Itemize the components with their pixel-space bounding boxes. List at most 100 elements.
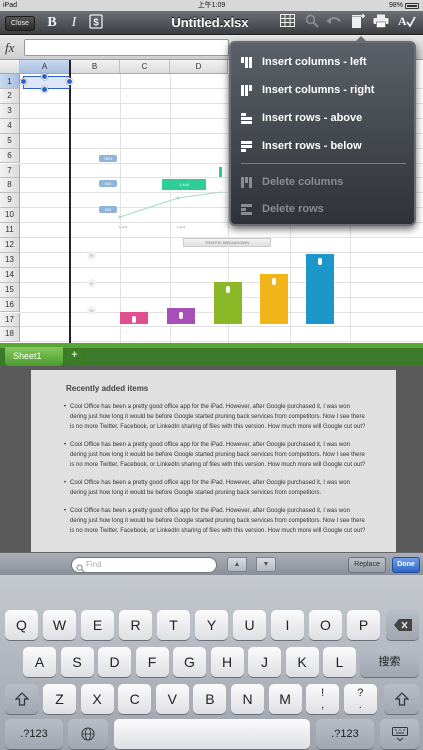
- backspace-key[interactable]: [386, 610, 419, 640]
- spellcheck-icon[interactable]: A: [398, 14, 416, 32]
- key-d[interactable]: D: [98, 647, 131, 677]
- column-header-d[interactable]: D: [170, 60, 228, 74]
- row-header-14[interactable]: 14: [0, 267, 20, 283]
- bold-button[interactable]: B: [44, 14, 60, 31]
- key-v[interactable]: V: [155, 684, 189, 714]
- row-header-8[interactable]: 8: [0, 178, 20, 194]
- row-header-15[interactable]: 15: [0, 282, 20, 298]
- formula-input[interactable]: [24, 39, 229, 56]
- shift-key-right[interactable]: [384, 684, 419, 714]
- key-o[interactable]: O: [309, 610, 342, 640]
- freeze-pane-divider[interactable]: [69, 60, 71, 343]
- row-header-9[interactable]: 9: [0, 193, 20, 209]
- key-l[interactable]: L: [323, 647, 356, 677]
- row-header-11[interactable]: 11: [0, 223, 20, 238]
- row-header-6[interactable]: 6: [0, 148, 20, 164]
- menu-item-label: Insert columns - right: [262, 84, 375, 96]
- add-sheet-button[interactable]: +: [66, 348, 83, 362]
- shift-key[interactable]: [5, 684, 38, 714]
- row-header-5[interactable]: 5: [0, 133, 20, 149]
- svg-text:$: $: [93, 18, 99, 29]
- key-!,[interactable]: ! ,: [306, 684, 340, 714]
- key-n[interactable]: N: [231, 684, 264, 714]
- currency-format-icon[interactable]: $: [88, 14, 104, 33]
- key-i[interactable]: I: [271, 610, 304, 640]
- row-header-16[interactable]: 16: [0, 297, 20, 313]
- row-header-17[interactable]: 17: [0, 312, 20, 328]
- key-w[interactable]: W: [43, 610, 76, 640]
- corner-cell[interactable]: [0, 60, 20, 74]
- row-header-4[interactable]: 4: [0, 118, 20, 134]
- key-g[interactable]: G: [173, 647, 206, 677]
- column-header-a[interactable]: A: [20, 60, 70, 74]
- selection-handle[interactable]: [41, 86, 48, 93]
- italic-button[interactable]: I: [66, 14, 82, 31]
- hide-keyboard-key[interactable]: [380, 719, 419, 749]
- document-page[interactable]: Recently added items Cool Office has bee…: [31, 370, 396, 552]
- key-t[interactable]: T: [157, 610, 190, 640]
- chart-bar: [214, 282, 242, 324]
- key-q[interactable]: Q: [5, 610, 38, 640]
- selection-handle[interactable]: [20, 78, 27, 85]
- key-k[interactable]: K: [285, 647, 319, 677]
- key-e[interactable]: E: [81, 610, 114, 640]
- row-header-13[interactable]: 13: [0, 252, 20, 268]
- replace-button[interactable]: Replace: [348, 557, 386, 573]
- key-x[interactable]: X: [80, 684, 114, 714]
- document-title: Untitled.xlsx: [171, 15, 249, 30]
- key-b[interactable]: B: [193, 684, 227, 714]
- space-key[interactable]: [114, 719, 310, 749]
- undo-icon[interactable]: [326, 14, 342, 31]
- document-paragraph: Cool Office has been a pretty good offic…: [64, 402, 366, 432]
- key-z[interactable]: Z: [43, 684, 76, 714]
- selection-handle[interactable]: [41, 73, 48, 80]
- key-?.[interactable]: ? .: [343, 684, 377, 714]
- row-header-10[interactable]: 10: [0, 208, 20, 224]
- menu-item-label: Insert rows - above: [262, 112, 363, 124]
- find-next-button[interactable]: ▼: [256, 557, 276, 572]
- key-f[interactable]: F: [135, 647, 169, 677]
- globe-key[interactable]: [68, 719, 108, 749]
- menu-item-insert-columns-left[interactable]: Insert columns - left: [231, 49, 414, 75]
- key-h[interactable]: H: [210, 647, 244, 677]
- numbers-key-right[interactable]: .?123: [316, 719, 374, 749]
- column-header-b[interactable]: B: [70, 60, 120, 74]
- insert-rows-columns-icon[interactable]: [350, 14, 366, 33]
- menu-item-insert-rows-above[interactable]: Insert rows - above: [231, 105, 414, 131]
- key-j[interactable]: J: [248, 647, 281, 677]
- key-y[interactable]: Y: [195, 610, 228, 640]
- search-icon[interactable]: [304, 14, 320, 32]
- row-header-3[interactable]: 3: [0, 103, 20, 119]
- key-s[interactable]: S: [60, 647, 94, 677]
- key-u[interactable]: U: [233, 610, 266, 640]
- table-grid-icon[interactable]: [279, 14, 295, 31]
- chart-chip: 542: [99, 180, 117, 187]
- tab-sheet1[interactable]: Sheet1: [5, 347, 63, 366]
- search-key[interactable]: 搜索: [360, 647, 419, 677]
- menu-item-delete-rows[interactable]: Delete rows: [231, 196, 414, 222]
- row-header-2[interactable]: 2: [0, 89, 20, 104]
- menu-item-insert-rows-below[interactable]: Insert rows - below: [231, 133, 414, 159]
- row-header-12[interactable]: 12: [0, 238, 20, 253]
- print-icon[interactable]: [373, 14, 389, 32]
- row-header-1[interactable]: 1: [0, 74, 20, 89]
- done-button[interactable]: Done: [392, 557, 420, 573]
- selection-handle[interactable]: [66, 78, 73, 85]
- menu-item-insert-columns-right[interactable]: Insert columns - right: [231, 77, 414, 103]
- key-p[interactable]: P: [347, 610, 380, 640]
- find-previous-button[interactable]: ▲: [227, 557, 247, 572]
- numbers-key[interactable]: .?123: [5, 719, 63, 749]
- key-a[interactable]: A: [23, 647, 56, 677]
- row-header-7[interactable]: 7: [0, 163, 20, 179]
- chart-bar-label: [226, 286, 230, 293]
- shift-icon: [14, 692, 29, 706]
- key-r[interactable]: R: [119, 610, 152, 640]
- row-header-18[interactable]: 18: [0, 327, 20, 343]
- close-button[interactable]: Close: [5, 16, 35, 31]
- column-header-c[interactable]: C: [120, 60, 170, 74]
- find-input[interactable]: Find: [71, 557, 217, 573]
- key-m[interactable]: M: [268, 684, 302, 714]
- key-c[interactable]: C: [118, 684, 152, 714]
- toolbar: Close B I $ Untitled.xlsx A: [0, 11, 423, 35]
- menu-item-delete-columns[interactable]: Delete columns: [231, 169, 414, 195]
